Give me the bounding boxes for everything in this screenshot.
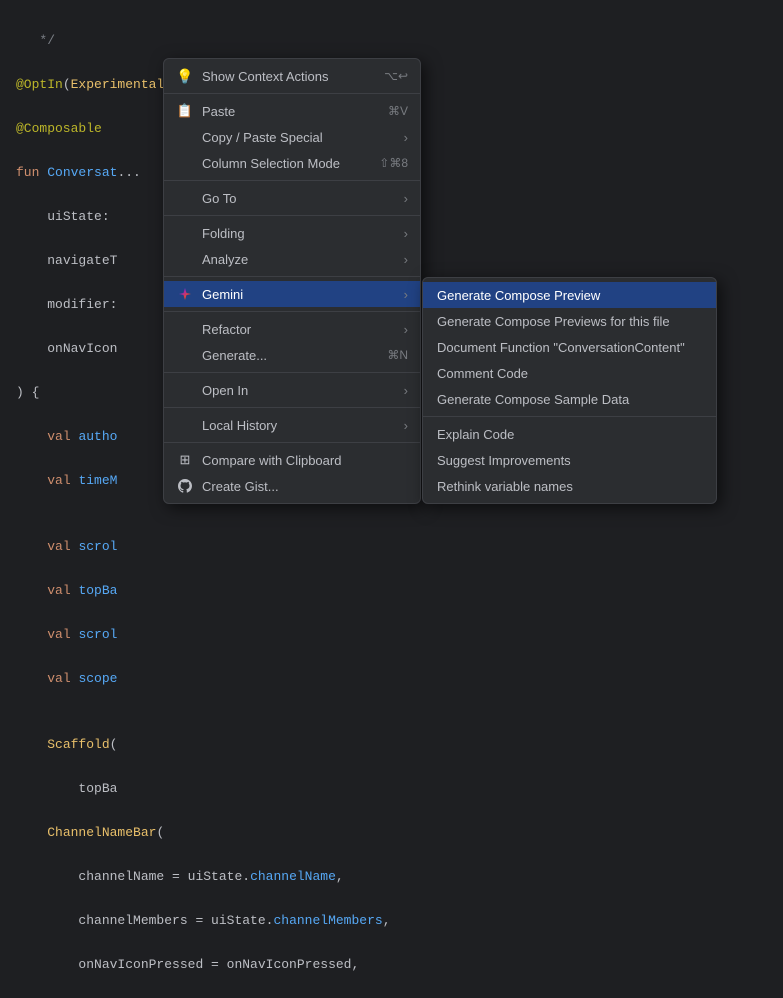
menu-item-show-context-actions[interactable]: 💡 Show Context Actions ⌥↩ [164,63,420,89]
submenu-item-rethink-variable-names[interactable]: Rethink variable names [423,473,716,499]
submenu-label-suggest-improvements: Suggest Improvements [437,453,571,468]
menu-label-gemini: Gemini [202,287,400,302]
submenu-item-generate-compose-preview[interactable]: Generate Compose Preview [423,282,716,308]
menu-item-column-selection[interactable]: Column Selection Mode ⇧⌘8 [164,150,420,176]
menu-item-go-to[interactable]: Go To › [164,185,420,211]
menu-label-compare-clipboard: Compare with Clipboard [202,453,408,468]
submenu-item-generate-compose-sample[interactable]: Generate Compose Sample Data [423,386,716,412]
goto-arrow: › [404,191,408,206]
menu-item-copy-paste-special[interactable]: Copy / Paste Special › [164,124,420,150]
goto-icon [176,189,194,207]
submenu-label-comment-code: Comment Code [437,366,528,381]
folding-icon [176,224,194,242]
submenu-item-explain-code[interactable]: Explain Code [423,421,716,447]
menu-item-create-gist[interactable]: Create Gist... [164,473,420,499]
submenu-label-generate-compose-sample: Generate Compose Sample Data [437,392,629,407]
menu-item-analyze[interactable]: Analyze › [164,246,420,272]
analyze-arrow: › [404,252,408,267]
menu-label-generate: Generate... [202,348,379,363]
open-in-icon [176,381,194,399]
separator-7 [164,407,420,408]
menu-item-local-history[interactable]: Local History › [164,412,420,438]
gemini-icon [176,285,194,303]
copy-paste-icon [176,128,194,146]
local-history-arrow: › [404,418,408,433]
menu-label-local-history: Local History [202,418,400,433]
menu-label-open-in: Open In [202,383,400,398]
refactor-icon [176,320,194,338]
separator-8 [164,442,420,443]
refactor-arrow: › [404,322,408,337]
menu-item-gemini[interactable]: Gemini › Generate Compose Preview Genera… [164,281,420,307]
submenu-item-generate-compose-previews-file[interactable]: Generate Compose Previews for this file [423,308,716,334]
submenu-label-rethink-variable-names: Rethink variable names [437,479,573,494]
submenu-label-document-function: Document Function "ConversationContent" [437,340,685,355]
paste-icon: 📋 [176,102,194,120]
submenu-label-explain-code: Explain Code [437,427,514,442]
submenu-item-comment-code[interactable]: Comment Code [423,360,716,386]
separator-6 [164,372,420,373]
context-menu: 💡 Show Context Actions ⌥↩ 📋 Paste ⌘V Cop… [163,58,421,504]
menu-label-analyze: Analyze [202,252,400,267]
open-in-arrow: › [404,383,408,398]
column-select-icon [176,154,194,172]
separator-5 [164,311,420,312]
menu-item-refactor[interactable]: Refactor › [164,316,420,342]
submenu-label-generate-compose-preview: Generate Compose Preview [437,288,600,303]
gemini-arrow: › [404,287,408,302]
menu-item-open-in[interactable]: Open In › [164,377,420,403]
separator-3 [164,215,420,216]
submenu-separator [423,416,716,417]
submenu-item-suggest-improvements[interactable]: Suggest Improvements [423,447,716,473]
menu-label-show-context-actions: Show Context Actions [202,69,376,84]
local-history-icon [176,416,194,434]
submenu-label-generate-compose-previews-file: Generate Compose Previews for this file [437,314,670,329]
menu-label-create-gist: Create Gist... [202,479,408,494]
menu-item-folding[interactable]: Folding › [164,220,420,246]
menu-label-refactor: Refactor [202,322,400,337]
menu-label-go-to: Go To [202,191,400,206]
folding-arrow: › [404,226,408,241]
menu-label-copy-paste-special: Copy / Paste Special [202,130,400,145]
menu-shortcut-show-context-actions: ⌥↩ [384,69,408,83]
submenu-item-document-function[interactable]: Document Function "ConversationContent" [423,334,716,360]
menu-shortcut-generate: ⌘N [387,348,408,362]
separator-4 [164,276,420,277]
compare-icon: ⊞ [176,451,194,469]
copy-paste-arrow: › [404,130,408,145]
separator-1 [164,93,420,94]
generate-icon [176,346,194,364]
menu-shortcut-paste: ⌘V [388,104,408,118]
bulb-icon: 💡 [176,67,194,85]
menu-label-column-selection: Column Selection Mode [202,156,371,171]
menu-label-paste: Paste [202,104,380,119]
analyze-icon [176,250,194,268]
menu-label-folding: Folding [202,226,400,241]
separator-2 [164,180,420,181]
menu-item-compare-clipboard[interactable]: ⊞ Compare with Clipboard [164,447,420,473]
gemini-submenu: Generate Compose Preview Generate Compos… [422,277,717,504]
gist-icon [176,477,194,495]
menu-shortcut-column-selection: ⇧⌘8 [379,156,408,170]
menu-item-generate[interactable]: Generate... ⌘N [164,342,420,368]
menu-item-paste[interactable]: 📋 Paste ⌘V [164,98,420,124]
